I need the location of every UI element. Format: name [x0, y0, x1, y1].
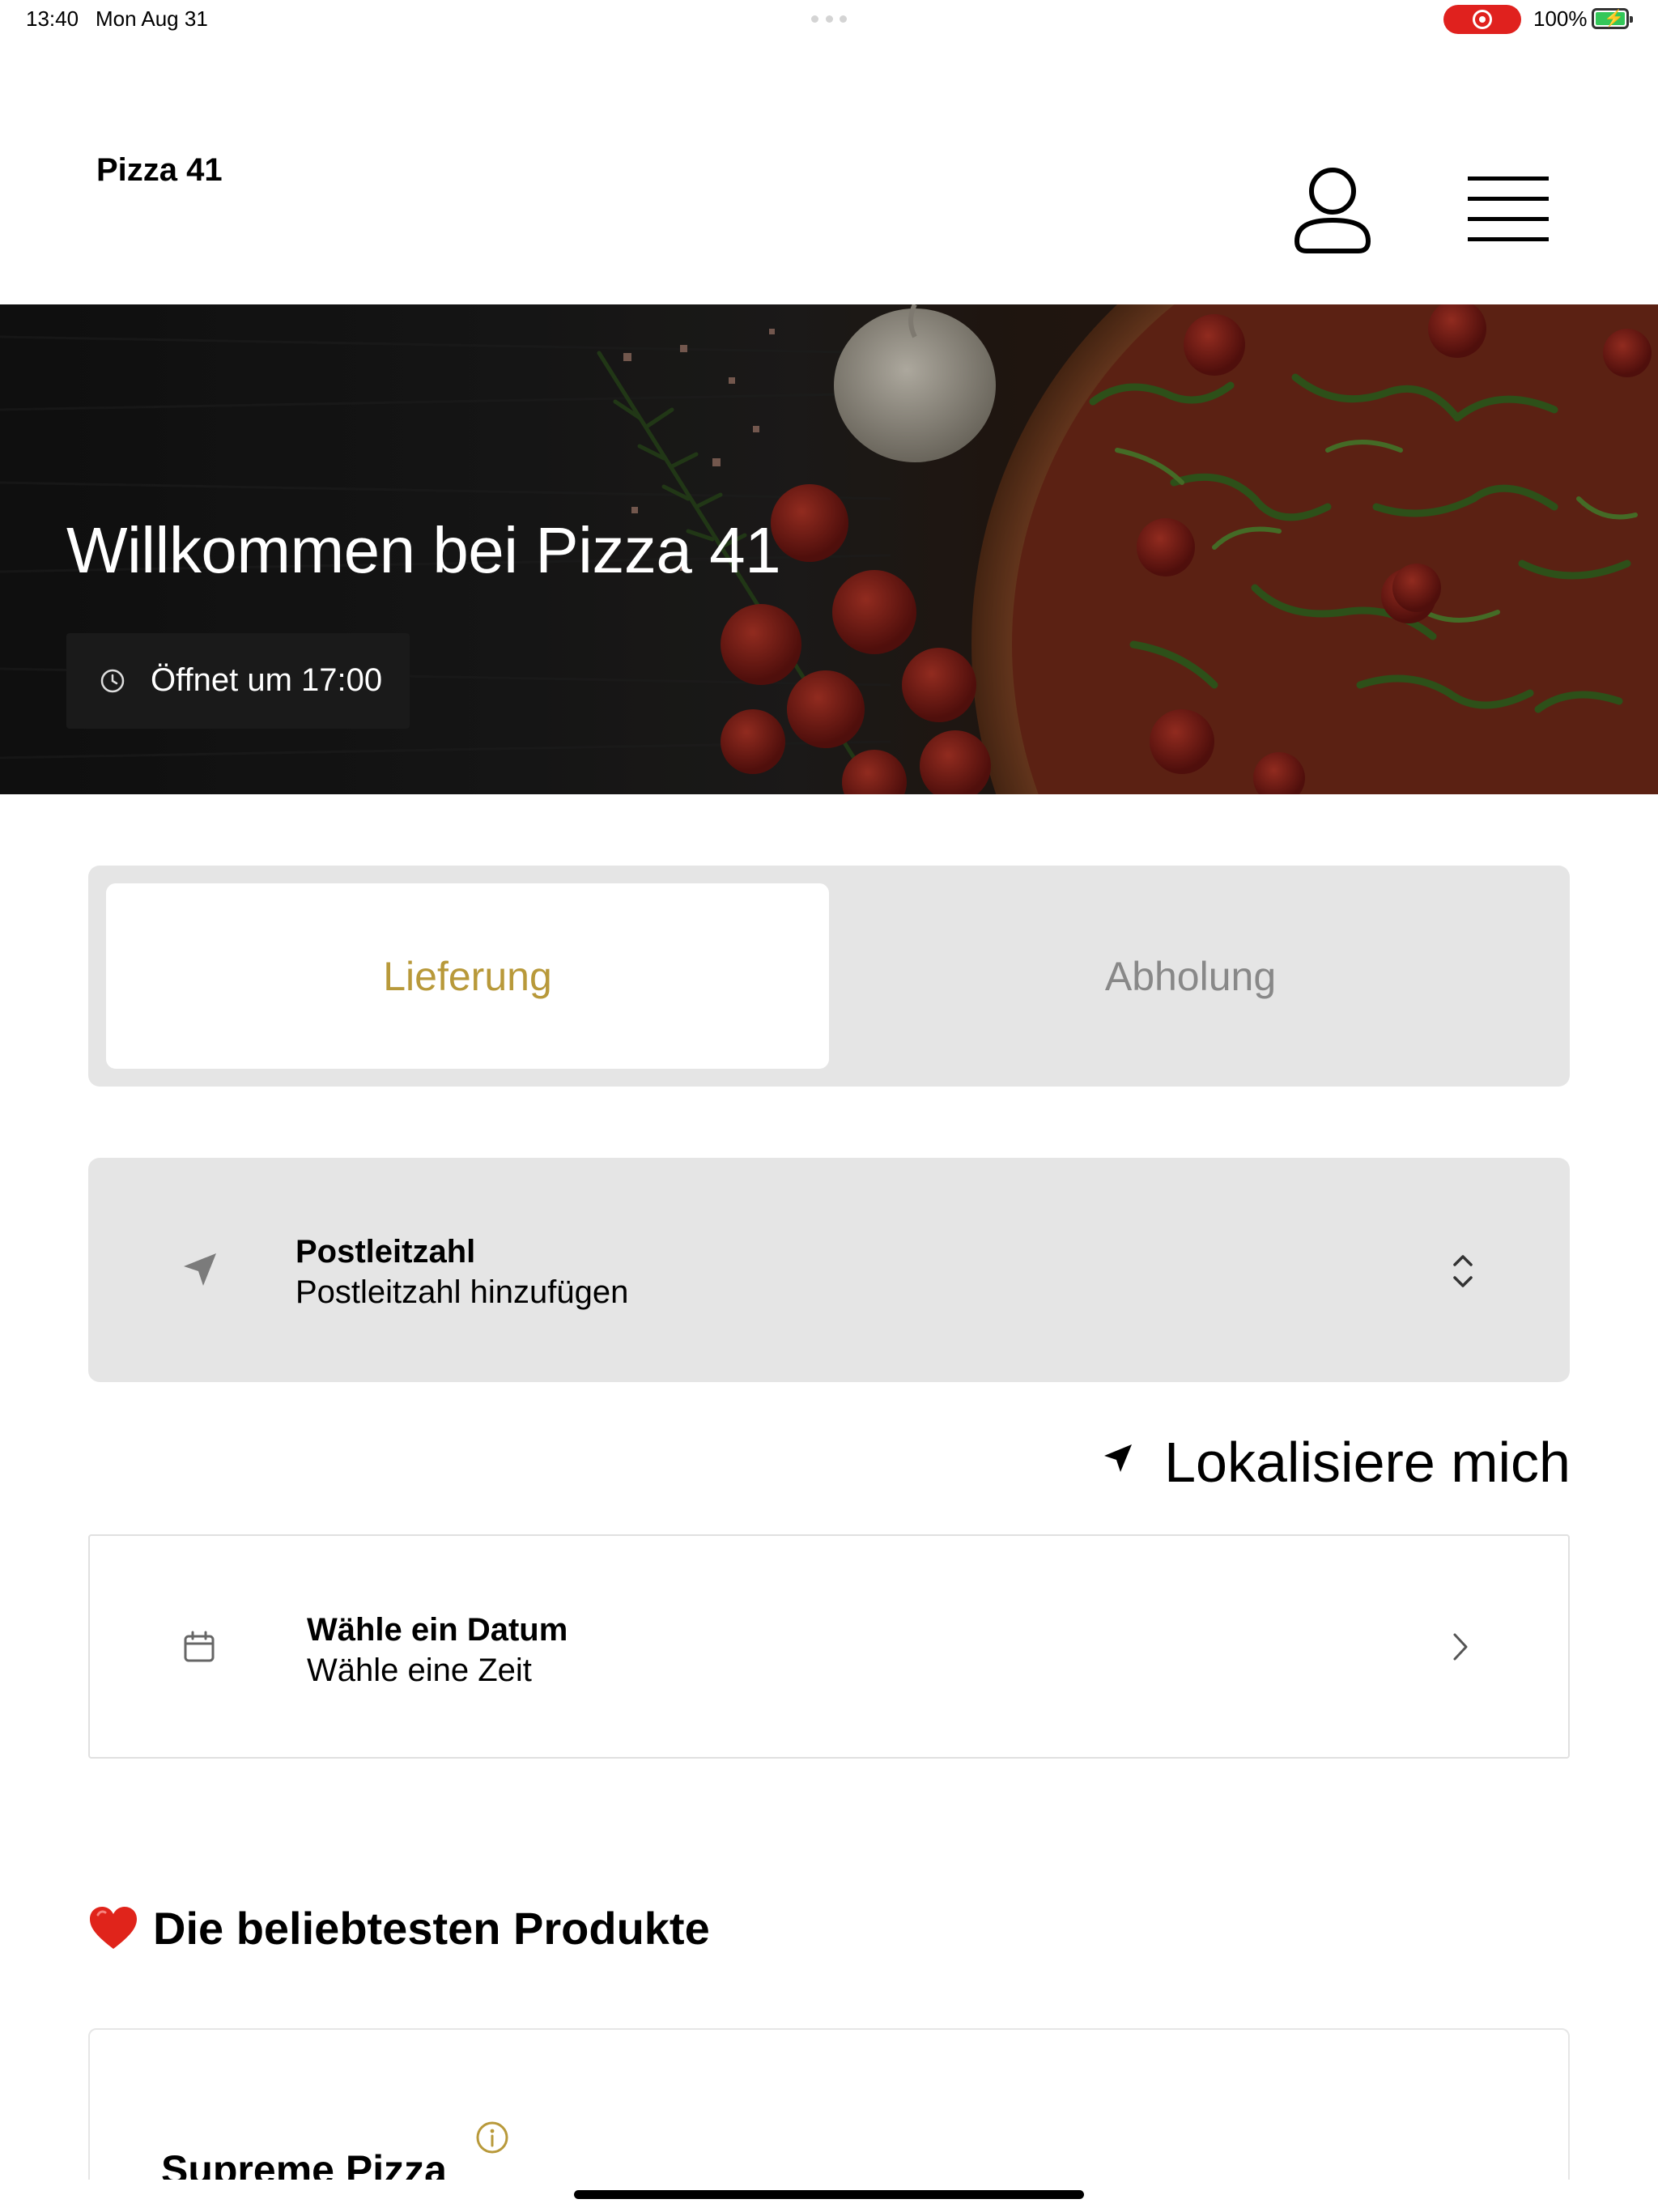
chevron-up-down-icon: [1453, 1255, 1473, 1287]
popular-products-title: Die beliebtesten Produkte: [153, 1902, 710, 1954]
status-bar: 13:40 Mon Aug 31 100% ⚡: [0, 0, 1658, 39]
locate-me-label: Lokalisiere mich: [1164, 1431, 1571, 1494]
locate-me-button[interactable]: Lokalisiere mich: [1101, 1425, 1571, 1494]
screen-recording-indicator[interactable]: [1443, 5, 1521, 34]
hero-banner: Willkommen bei Pizza 41 Öffnet um 17:00: [0, 304, 1658, 794]
app-header: Pizza 41: [0, 39, 1658, 304]
date-title: Wähle ein Datum: [307, 1612, 568, 1648]
home-indicator[interactable]: [574, 2190, 1084, 2199]
clock-icon: [100, 669, 125, 693]
postal-code-selector[interactable]: Postleitzahl Postleitzahl hinzufügen: [88, 1158, 1570, 1382]
opening-hours-badge: Öffnet um 17:00: [66, 633, 410, 729]
chevron-right-icon: [1453, 1633, 1468, 1661]
menu-button[interactable]: [1464, 172, 1553, 249]
postal-code-placeholder: Postleitzahl hinzufügen: [295, 1274, 629, 1310]
tab-abholung[interactable]: Abholung: [829, 883, 1552, 1069]
hero-title: Willkommen bei Pizza 41: [66, 514, 781, 586]
battery-icon: ⚡: [1592, 8, 1633, 29]
profile-button[interactable]: [1292, 164, 1373, 257]
time-subtitle: Wähle eine Zeit: [307, 1653, 532, 1688]
location-arrow-icon: [184, 1253, 216, 1286]
record-icon: [1473, 10, 1492, 29]
popular-products-heading: Die beliebtesten Produkte: [88, 1899, 710, 1956]
status-time: 13:40: [26, 6, 79, 31]
heart-icon: [90, 1907, 137, 1949]
location-arrow-icon: [1104, 1444, 1132, 1472]
person-icon: [1294, 168, 1371, 253]
brand-name[interactable]: Pizza 41: [96, 152, 223, 189]
info-icon[interactable]: [475, 2121, 509, 2155]
date-time-picker[interactable]: Wähle ein Datum Wähle eine Zeit: [88, 1534, 1570, 1759]
tab-lieferung[interactable]: Lieferung: [106, 883, 829, 1069]
status-date: Mon Aug 31: [96, 6, 208, 31]
hamburger-menu-icon: [1468, 177, 1549, 241]
order-mode-segmented-control: Lieferung Abholung: [88, 866, 1570, 1087]
postal-code-title: Postleitzahl: [295, 1234, 476, 1270]
battery-percentage: 100%: [1533, 6, 1588, 31]
opening-hours-label: Öffnet um 17:00: [151, 662, 383, 698]
multitasking-dots-icon[interactable]: [811, 15, 847, 23]
calendar-icon: [184, 1631, 215, 1662]
